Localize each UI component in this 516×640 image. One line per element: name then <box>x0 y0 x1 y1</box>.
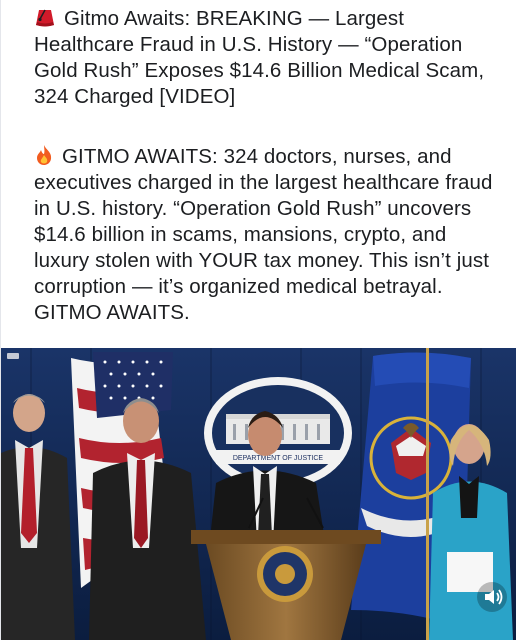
video-player[interactable]: DEPARTMENT OF JUSTICE <box>1 348 516 640</box>
backdrop-sign-text: DEPARTMENT OF JUSTICE <box>233 455 324 462</box>
body-text: GITMO AWAITS: 324 doctors, nurses, and e… <box>34 145 493 324</box>
post-headline: Gitmo Awaits: BREAKING — Largest Healthc… <box>34 6 504 110</box>
red-fez-emoji <box>36 9 54 27</box>
post-card: Gitmo Awaits: BREAKING — Largest Healthc… <box>0 0 516 640</box>
post-body: GITMO AWAITS: 324 doctors, nurses, and e… <box>34 144 504 326</box>
press-conference-scene: DEPARTMENT OF JUSTICE <box>1 348 516 640</box>
mute-button[interactable] <box>477 582 507 612</box>
fire-emoji <box>37 145 52 165</box>
speaker-icon <box>485 589 503 605</box>
live-badge <box>7 353 19 359</box>
headline-text: Gitmo Awaits: BREAKING — Largest Healthc… <box>34 7 485 108</box>
